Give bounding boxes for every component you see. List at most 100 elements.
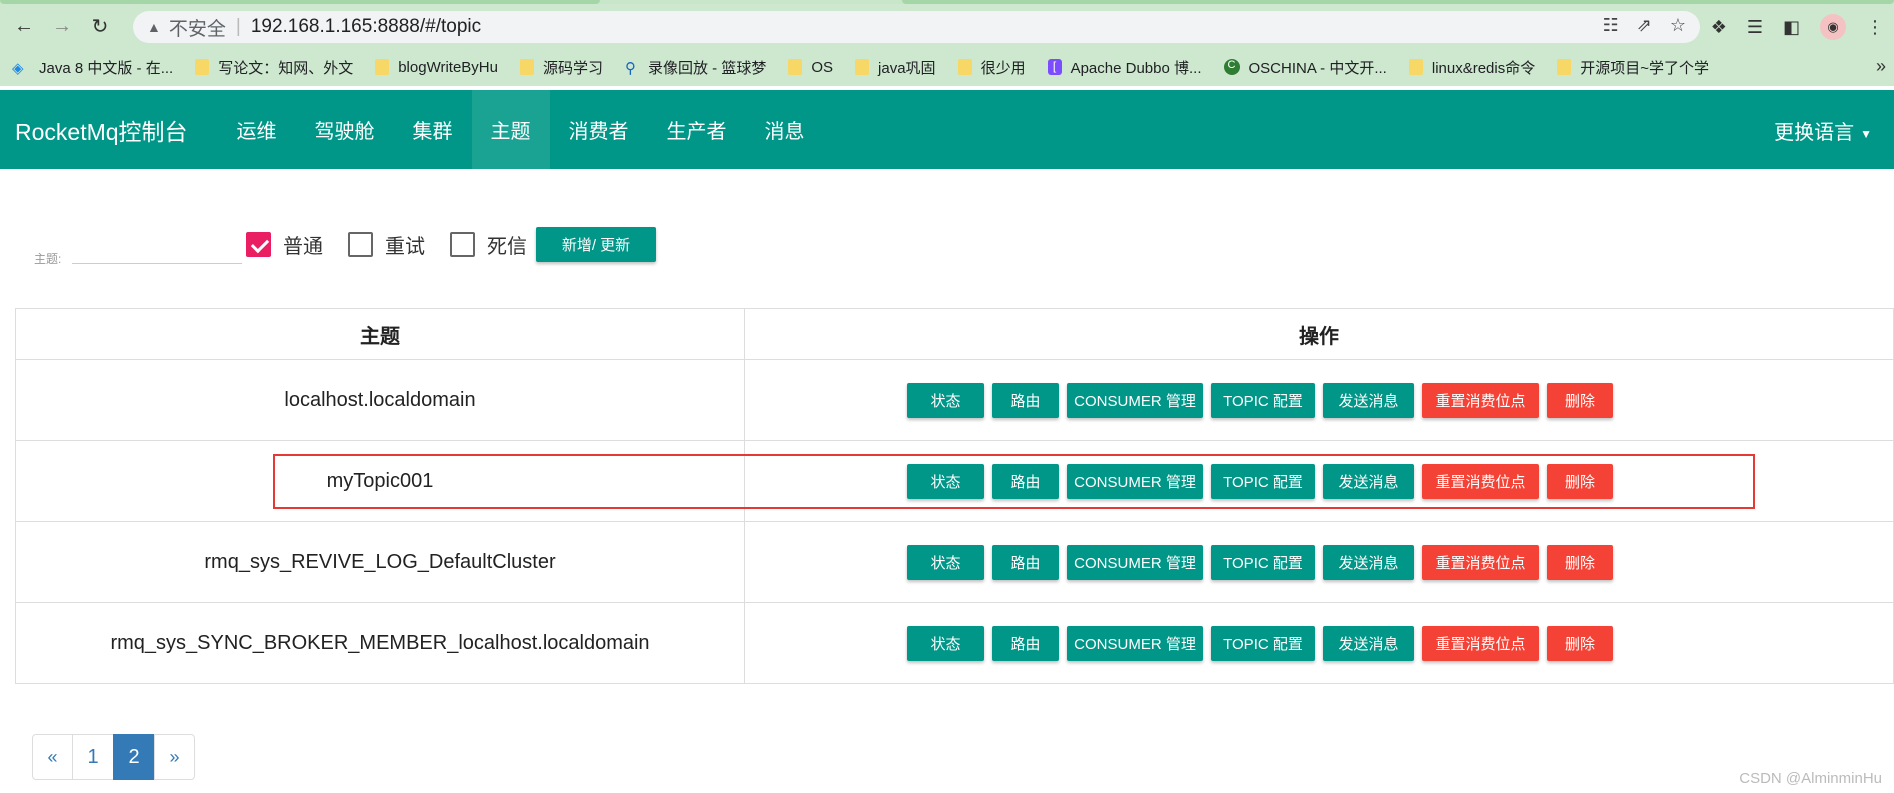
page-button-2[interactable]: 2 [113,734,155,780]
menu-kebab-icon[interactable]: ⋮ [1866,17,1884,38]
bookmark-item[interactable]: linux&redis命令 [1408,57,1535,78]
actions-cell: 状态 路由 CONSUMER 管理 TOPIC 配置 发送消息 重置消费位点 删除 [744,521,1894,603]
action-button-6[interactable]: 删除 [1547,382,1613,418]
action-button-6[interactable]: 删除 [1547,625,1613,661]
prev-page-button[interactable]: « [32,734,73,780]
action-button-2[interactable]: CONSUMER 管理 [1067,382,1203,418]
nav-item-3[interactable]: 主题 [471,90,550,169]
action-button-4[interactable]: 发送消息 [1323,463,1414,499]
checkbox-retry-label: 重试 [385,236,425,258]
table-header-row: 主题 操作 [15,308,1894,360]
address-bar[interactable]: ▲ 不安全 | 192.168.1.165:8888/#/topic ☷ ⇗ ☆ [133,11,1700,43]
language-label[interactable]: 更换语言 [1774,122,1854,144]
caret-down-icon[interactable]: ▼ [1860,127,1872,141]
checkbox-normal[interactable]: 普通 [246,230,323,259]
globe-icon: ◈ [12,60,24,77]
action-button-0[interactable]: 状态 [907,544,984,580]
bookmark-item[interactable]: OS [788,59,833,76]
bookmark-star-icon[interactable]: ☆ [1670,15,1686,36]
action-button-1[interactable]: 路由 [992,544,1059,580]
next-page-button[interactable]: » [154,734,195,780]
oschina-icon: C [1223,59,1240,75]
nav-item-4[interactable]: 消费者 [550,90,648,169]
table-row: localhost.localdomain 状态 路由 CONSUMER 管理 TOPI… [15,359,1894,441]
action-button-5[interactable]: 重置消费位点 [1422,625,1539,661]
action-button-4[interactable]: 发送消息 [1323,382,1414,418]
bookmark-item[interactable]: 开源项目~学了个学 [1557,57,1709,78]
action-button-4[interactable]: 发送消息 [1323,544,1414,580]
translate-icon[interactable]: ☷ [1603,15,1619,36]
checkbox-retry-box[interactable] [348,232,373,257]
bookmark-label: 很少用 [980,59,1026,77]
folder-icon [375,59,390,75]
checkbox-normal-box[interactable] [246,232,271,257]
action-button-2[interactable]: CONSUMER 管理 [1067,463,1203,499]
profile-avatar[interactable]: ◉ [1820,14,1846,40]
side-panel-icon[interactable]: ◧ [1783,17,1800,38]
reading-list-icon[interactable]: ☰ [1747,17,1763,38]
topic-table-body: localhost.localdomain 状态 路由 CONSUMER 管理 TOPI… [15,359,1894,684]
action-button-6[interactable]: 删除 [1547,544,1613,580]
pagination: «1 2» [32,734,195,780]
table-row: myTopic001 状态 路由 CONSUMER 管理 TOPIC 配置 发送消息 重置消… [15,440,1894,522]
bookmark-item[interactable]: C OSCHINA - 中文开... [1223,57,1387,78]
back-icon[interactable]: ← [10,12,38,40]
action-button-0[interactable]: 状态 [907,625,984,661]
bookmark-item[interactable]: 很少用 [957,57,1026,78]
action-button-1[interactable]: 路由 [992,625,1059,661]
add-update-button[interactable]: 新增/ 更新 [536,227,656,262]
bookmark-item[interactable]: blogWriteByHu [375,59,498,76]
action-button-1[interactable]: 路由 [992,382,1059,418]
topic-filter-label: 主题: [34,252,62,266]
bookmark-item[interactable]: ⚲ 录像回放 - 篮球梦 [625,57,766,78]
action-button-3[interactable]: TOPIC 配置 [1211,544,1315,580]
action-button-5[interactable]: 重置消费位点 [1422,463,1539,499]
actions-cell: 状态 路由 CONSUMER 管理 TOPIC 配置 发送消息 重置消费位点 删除 [744,440,1894,522]
bookmark-item[interactable]: 写论文：知网、外文 [195,57,353,78]
action-button-2[interactable]: CONSUMER 管理 [1067,544,1203,580]
checkbox-normal-label: 普通 [283,236,323,258]
folder-icon [1408,59,1423,75]
nav-item-2[interactable]: 集群 [394,90,472,169]
checkbox-dlq[interactable]: 死信 [450,230,527,259]
action-button-5[interactable]: 重置消费位点 [1422,544,1539,580]
nav-item-5[interactable]: 生产者 [648,90,746,169]
checkbox-dlq-label: 死信 [487,236,527,258]
page-button-1[interactable]: 1 [72,734,114,780]
forward-icon[interactable]: → [48,12,76,40]
extensions-area: ❖ ☰ ◧ ◉ ⋮ [1711,14,1884,40]
warning-icon[interactable]: ▲ [147,19,161,35]
nav-item-0[interactable]: 运维 [218,90,296,169]
brand-title[interactable]: RocketMq控制台 [15,113,188,147]
action-button-0[interactable]: 状态 [907,463,984,499]
checkbox-retry[interactable]: 重试 [348,230,425,259]
action-button-0[interactable]: 状态 [907,382,984,418]
action-button-2[interactable]: CONSUMER 管理 [1067,625,1203,661]
actions-cell: 状态 路由 CONSUMER 管理 TOPIC 配置 发送消息 重置消费位点 删除 [744,602,1894,684]
action-button-3[interactable]: TOPIC 配置 [1211,382,1315,418]
action-button-5[interactable]: 重置消费位点 [1422,382,1539,418]
language-dropdown[interactable]: 更换语言 ▼ [1774,116,1872,145]
security-label[interactable]: 不安全 [169,14,226,41]
url-text[interactable]: 192.168.1.165:8888/#/topic [251,16,481,38]
bookmark-item[interactable]: 源码学习 [519,57,603,78]
extensions-icon[interactable]: ❖ [1711,17,1727,38]
nav-item-1[interactable]: 驾驶舱 [296,90,394,169]
bookmark-item[interactable]: ◈ Java 8 中文版 - 在... [12,57,173,78]
topic-search-input[interactable] [72,234,242,264]
topic-name-cell: localhost.localdomain [15,359,745,441]
column-header-actions: 操作 [744,308,1894,360]
reload-icon[interactable]: ↻ [86,12,114,40]
bookmark-item[interactable]: java巩固 [855,57,936,78]
action-button-3[interactable]: TOPIC 配置 [1211,625,1315,661]
action-button-3[interactable]: TOPIC 配置 [1211,463,1315,499]
action-button-6[interactable]: 删除 [1547,463,1613,499]
dubbo-icon: [ [1047,59,1062,75]
checkbox-dlq-box[interactable] [450,232,475,257]
share-icon[interactable]: ⇗ [1637,15,1652,36]
bookmark-item[interactable]: [Apache Dubbo 博... [1047,57,1202,78]
nav-item-6[interactable]: 消息 [746,90,824,169]
more-bookmarks-icon[interactable]: » [1876,56,1886,77]
action-button-4[interactable]: 发送消息 [1323,625,1414,661]
action-button-1[interactable]: 路由 [992,463,1059,499]
